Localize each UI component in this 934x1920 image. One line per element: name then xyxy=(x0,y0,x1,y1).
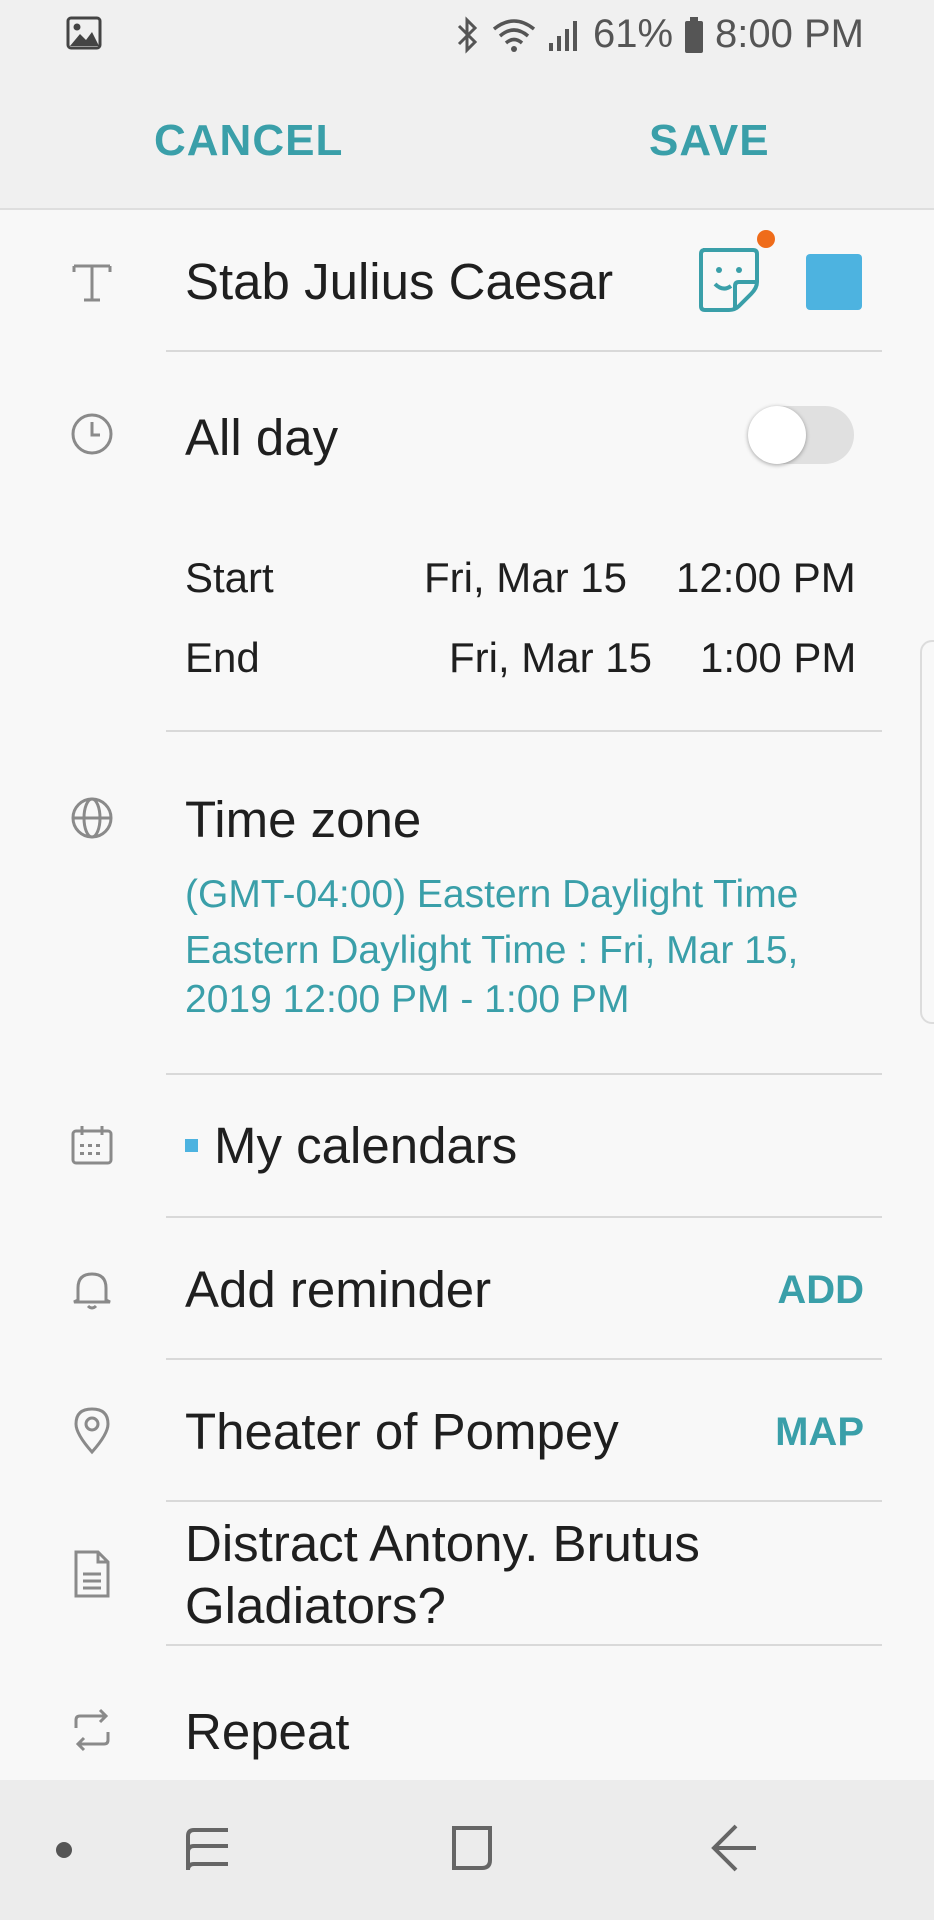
notification-dot xyxy=(757,230,775,248)
timezone-label[interactable]: Time zone xyxy=(185,790,421,849)
title-icon xyxy=(68,258,116,306)
home-icon[interactable] xyxy=(446,1820,498,1881)
repeat-selector[interactable]: Repeat xyxy=(185,1702,349,1761)
event-title-input[interactable]: Stab Julius Caesar xyxy=(185,252,613,311)
event-color-button[interactable] xyxy=(806,254,862,310)
notes-line1[interactable]: Distract Antony. Brutus xyxy=(185,1514,700,1573)
add-reminder-button[interactable]: ADD xyxy=(777,1268,864,1313)
wifi-icon xyxy=(491,15,537,55)
calendar-selector[interactable]: My calendars xyxy=(214,1116,517,1175)
bluetooth-icon xyxy=(455,15,481,55)
timezone-detail-line1: Eastern Daylight Time : Fri, Mar 15, xyxy=(185,929,799,972)
status-icons: 61% 8:00 PM xyxy=(455,12,864,57)
notes-icon xyxy=(68,1548,116,1598)
navigation-bar xyxy=(0,1780,934,1920)
status-bar: 61% 8:00 PM xyxy=(0,0,934,70)
gallery-icon xyxy=(66,16,102,55)
calendar-icon xyxy=(68,1122,116,1170)
divider xyxy=(166,1358,882,1360)
back-icon[interactable] xyxy=(708,1820,760,1881)
timezone-value[interactable]: (GMT-04:00) Eastern Daylight Time xyxy=(185,870,798,919)
globe-icon xyxy=(68,794,116,842)
location-input[interactable]: Theater of Pompey xyxy=(185,1402,619,1461)
notes-line2[interactable]: Gladiators? xyxy=(185,1576,446,1635)
all-day-label: All day xyxy=(185,409,339,466)
end-time[interactable]: 1:00 PM xyxy=(700,634,856,682)
calendar-color-dot xyxy=(185,1139,198,1152)
start-date[interactable]: Fri, Mar 15 xyxy=(424,554,627,602)
cancel-button[interactable]: CANCEL xyxy=(154,116,343,166)
sticker-button[interactable] xyxy=(695,230,775,314)
clock: 8:00 PM xyxy=(715,12,864,56)
action-bar: CANCEL SAVE xyxy=(0,70,934,210)
map-button[interactable]: MAP xyxy=(775,1410,864,1455)
clock-icon xyxy=(68,410,116,458)
save-button[interactable]: SAVE xyxy=(649,116,770,166)
start-time[interactable]: 12:00 PM xyxy=(676,554,856,602)
divider xyxy=(166,350,882,352)
add-reminder-label: Add reminder xyxy=(185,1261,492,1318)
divider xyxy=(166,1644,882,1646)
divider xyxy=(166,730,882,732)
dot-icon[interactable] xyxy=(54,1840,74,1865)
repeat-icon xyxy=(68,1706,116,1754)
sticker-icon xyxy=(699,248,759,312)
start-label: Start xyxy=(185,554,274,601)
location-pin-icon xyxy=(68,1404,116,1455)
divider xyxy=(166,1500,882,1502)
all-day-toggle[interactable] xyxy=(748,406,854,464)
toggle-knob xyxy=(748,406,806,464)
bell-icon xyxy=(68,1264,116,1312)
scrollbar[interactable] xyxy=(920,640,934,1024)
recent-apps-icon[interactable] xyxy=(182,1820,234,1881)
end-date[interactable]: Fri, Mar 15 xyxy=(449,634,652,682)
divider xyxy=(166,1073,882,1075)
signal-icon xyxy=(547,17,583,53)
timezone-detail-line2: 2019 12:00 PM - 1:00 PM xyxy=(185,978,630,1021)
battery-percent: 61% xyxy=(592,12,674,56)
end-label: End xyxy=(185,634,260,681)
divider xyxy=(166,1216,882,1218)
battery-icon xyxy=(683,15,705,55)
